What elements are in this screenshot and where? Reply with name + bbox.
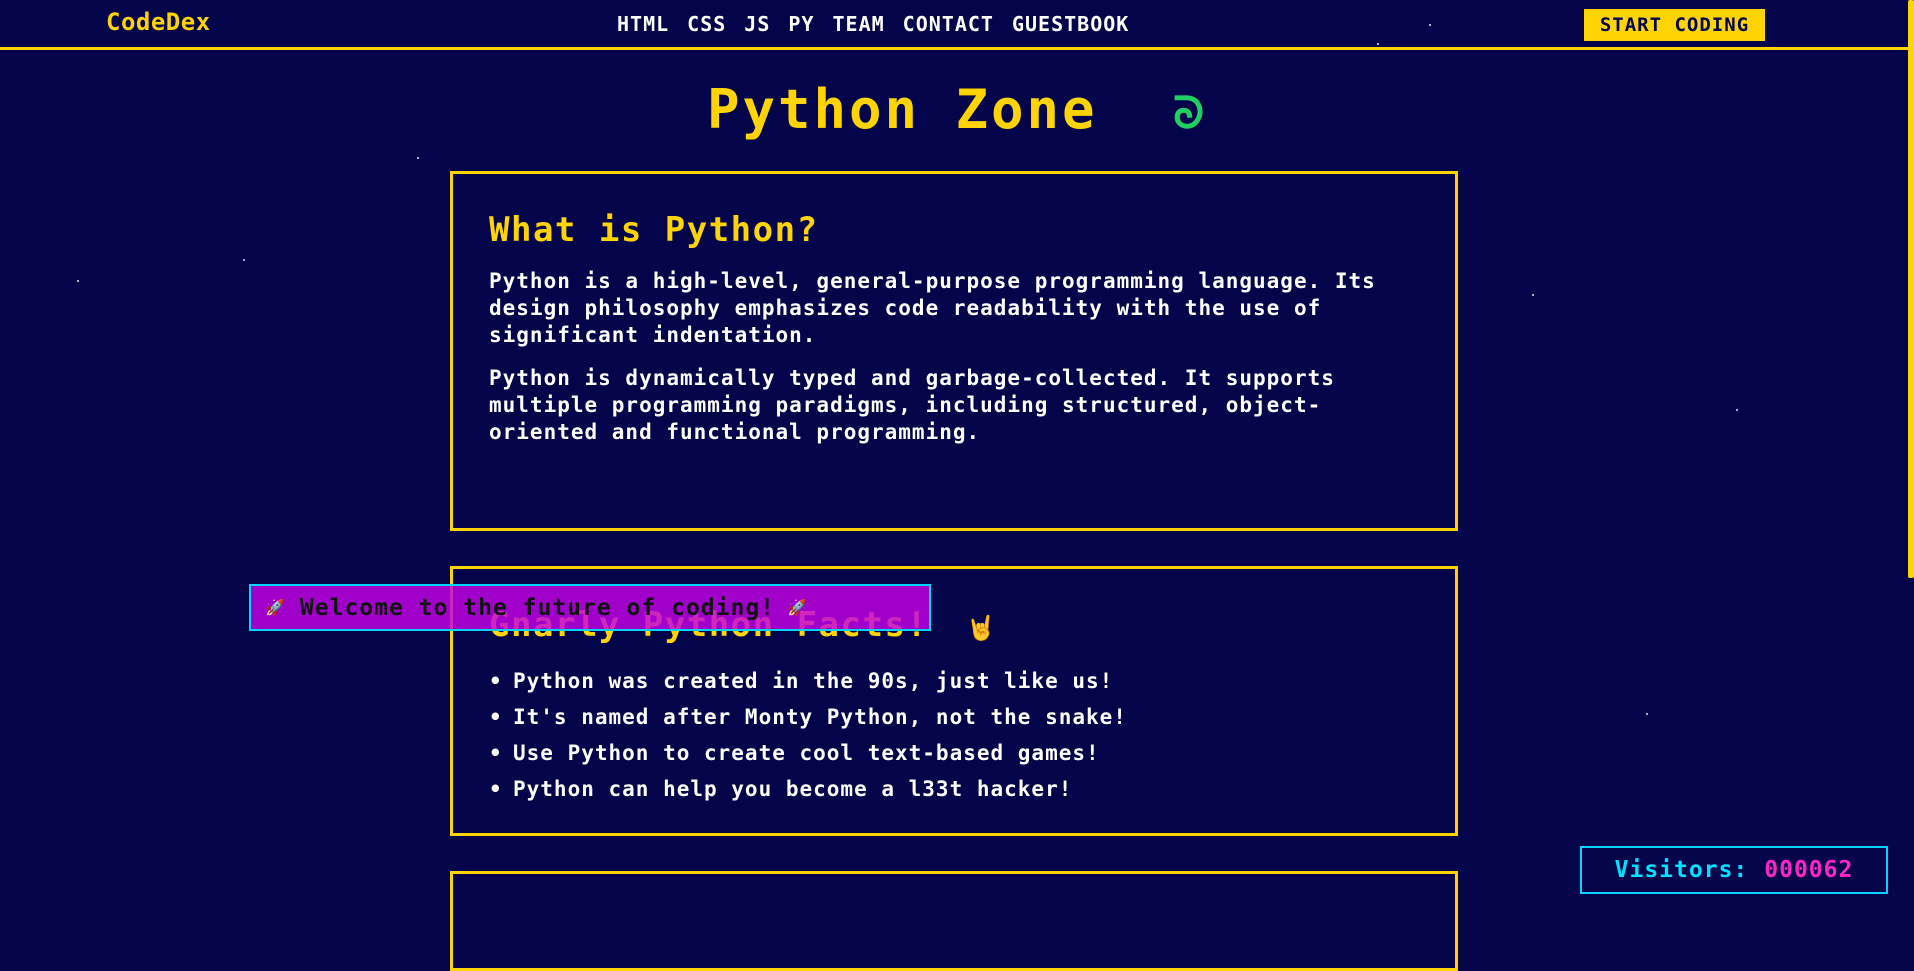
site-logo[interactable]: CodeDex: [106, 8, 211, 36]
nav-link-css[interactable]: CSS: [687, 12, 726, 36]
fact-item: Python can help you become a l33t hacker…: [489, 771, 1419, 807]
fact-item: It's named after Monty Python, not the s…: [489, 699, 1419, 735]
visitor-counter: Visitors: 000062: [1580, 846, 1888, 894]
star-decoration: [77, 280, 79, 282]
star-decoration: [243, 259, 245, 261]
snake-icon: ᘐ: [1173, 87, 1208, 139]
scrollbar-thumb[interactable]: [1908, 0, 1914, 578]
next-content-card: [450, 871, 1458, 971]
intro-heading: What is Python?: [489, 210, 819, 250]
rocket-icon: 🚀: [787, 598, 808, 617]
facts-list: Python was created in the 90s, just like…: [489, 663, 1419, 807]
top-navbar: CodeDex HTML CSS JS PY TEAM CONTACT GUES…: [0, 0, 1908, 50]
star-decoration: [1736, 409, 1738, 411]
python-intro-card: What is Python? Python is a high-level, …: [450, 171, 1458, 531]
fact-item: Use Python to create cool text-based gam…: [489, 735, 1419, 771]
star-decoration: [1532, 294, 1534, 296]
fact-item: Python was created in the 90s, just like…: [489, 663, 1419, 699]
nav-link-contact[interactable]: CONTACT: [903, 12, 994, 36]
nav-link-js[interactable]: JS: [744, 12, 770, 36]
visitor-counter-value: 000062: [1764, 857, 1854, 883]
nav-link-html[interactable]: HTML: [617, 12, 669, 36]
nav-link-py[interactable]: PY: [788, 12, 814, 36]
main-navigation: HTML CSS JS PY TEAM CONTACT GUESTBOOK: [617, 12, 1129, 36]
intro-paragraph: Python is dynamically typed and garbage-…: [489, 366, 1335, 444]
rock-hand-icon: 🤘: [966, 614, 998, 642]
nav-link-team[interactable]: TEAM: [832, 12, 884, 36]
page-scrollbar[interactable]: [1908, 0, 1914, 904]
nav-link-guestbook[interactable]: GUESTBOOK: [1012, 12, 1129, 36]
welcome-banner: 🚀 Welcome to the future of coding! 🚀: [249, 584, 931, 631]
visitor-counter-label: Visitors:: [1614, 857, 1749, 883]
page-title-text: Python Zone: [706, 78, 1098, 141]
rocket-icon: 🚀: [265, 598, 286, 617]
star-decoration: [1646, 713, 1648, 715]
star-decoration: [417, 157, 419, 159]
intro-paragraph: Python is a high-level, general-purpose …: [489, 269, 1376, 347]
page-title: Python Zone ᘐ: [0, 78, 1914, 141]
start-coding-button[interactable]: START CODING: [1584, 9, 1765, 41]
welcome-banner-text: Welcome to the future of coding!: [299, 594, 776, 621]
